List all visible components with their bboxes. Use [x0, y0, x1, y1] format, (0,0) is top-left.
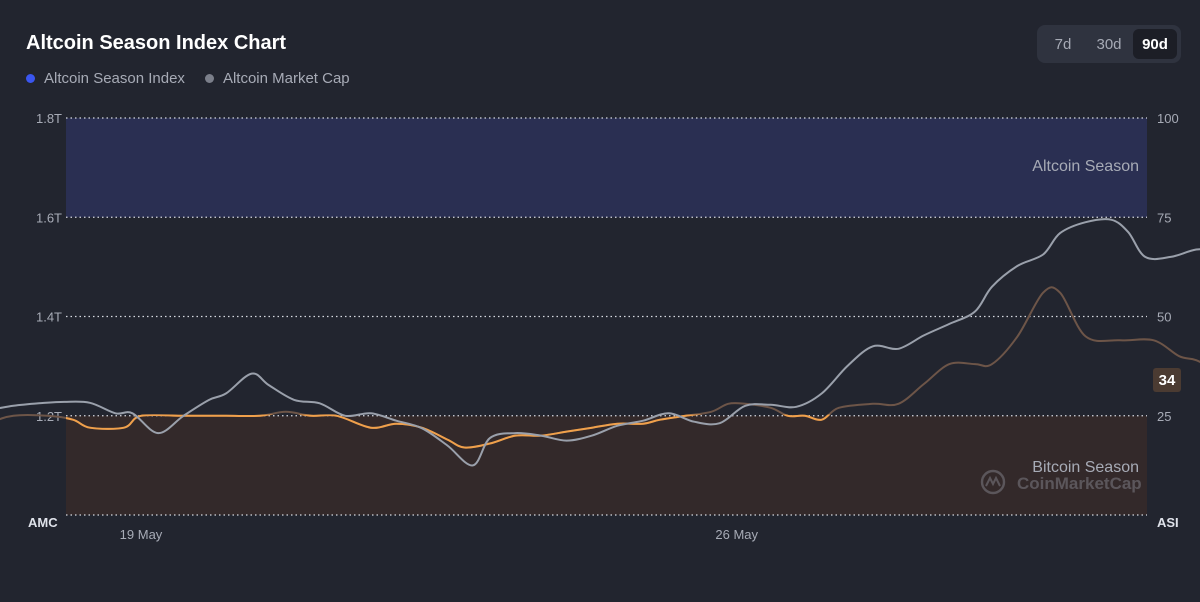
right-tick-label: 75: [1157, 210, 1171, 225]
x-tick-label: 26 May: [715, 527, 758, 542]
right-tick-label: 100: [1157, 111, 1179, 126]
left-axis-ticks: 1.8T1.6T1.4T1.2T: [36, 111, 62, 424]
current-index-value: 34: [1159, 372, 1176, 389]
left-tick-label: 1.4T: [36, 310, 62, 325]
altcoin-season-chart[interactable]: 1.8T1.6T1.4T1.2T 100755025 19 May26 May0…: [0, 0, 1200, 602]
current-index-badge: 34: [1153, 368, 1181, 393]
right-tick-label: 50: [1157, 310, 1171, 325]
left-tick-label: 1.8T: [36, 111, 62, 126]
right-axis-name: ASI: [1157, 515, 1179, 530]
right-tick-label: 25: [1157, 409, 1171, 424]
altcoin-season-zone: [66, 118, 1147, 218]
x-axis-ticks: 19 May26 May02 Jun09 Jun16 Jun23 Jun30 J…: [120, 527, 759, 542]
x-tick-label: 19 May: [120, 527, 163, 542]
coinmarketcap-wordmark: CoinMarketCap: [1017, 474, 1142, 493]
left-axis-name: AMC: [28, 515, 58, 530]
left-tick-label: 1.6T: [36, 210, 62, 225]
altcoin-season-label: Altcoin Season: [1032, 158, 1139, 175]
